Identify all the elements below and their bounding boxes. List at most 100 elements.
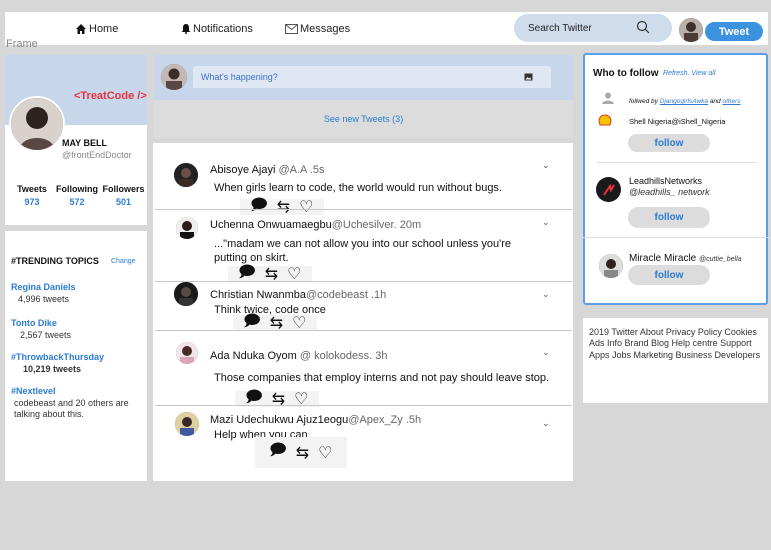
compose-input[interactable]: What's happening? bbox=[193, 66, 551, 88]
reply-icon[interactable]: 🗩 bbox=[243, 310, 261, 337]
tweet-avatar[interactable] bbox=[175, 412, 199, 436]
like-icon[interactable]: ♡ bbox=[299, 197, 313, 217]
stat-following[interactable]: Following 572 bbox=[54, 184, 100, 207]
suggestion-divider bbox=[597, 162, 757, 163]
nav-messages[interactable]: Messages bbox=[285, 12, 350, 45]
trend-count: 10,219 tweets bbox=[23, 364, 82, 374]
reply-icon[interactable]: 🗩 bbox=[250, 194, 268, 221]
tweet-divider bbox=[155, 405, 572, 406]
nav-avatar[interactable] bbox=[679, 18, 703, 42]
tweet-divider bbox=[155, 281, 572, 282]
trend-name: #Nextlevel bbox=[11, 386, 56, 396]
tweet-handle: @codebeast .1h bbox=[305, 289, 387, 301]
trend-item[interactable]: #ThrowbackThursday 10,219 tweets bbox=[11, 352, 141, 374]
user-avatar-icon bbox=[161, 64, 187, 90]
user-avatar-icon bbox=[174, 282, 198, 306]
tweet-text: Those companies that employ interns and … bbox=[214, 372, 550, 384]
tweet-header: Ada Nduka Oyom @ kolokodess. 3h bbox=[210, 350, 388, 362]
frame-label: Frame bbox=[6, 38, 38, 50]
image-icon[interactable] bbox=[524, 73, 533, 81]
tweet-avatar[interactable] bbox=[176, 217, 198, 239]
follow-button[interactable]: follow bbox=[628, 134, 710, 152]
retweet-icon[interactable]: ⇆ bbox=[272, 389, 285, 409]
tweet-header: Abisoye Ajayi @A.A .5s bbox=[210, 164, 325, 176]
stat-label: Tweets bbox=[17, 184, 47, 194]
tweet-handle: @Uchesilver. 20m bbox=[331, 219, 422, 231]
new-tweets-label: See new Tweets (3) bbox=[323, 114, 404, 124]
stat-tweets[interactable]: Tweets 973 bbox=[12, 184, 52, 207]
followed-by-user[interactable]: DjangogirlsAwka bbox=[660, 98, 708, 105]
chevron-down-icon[interactable]: ⌄ bbox=[542, 160, 550, 171]
chevron-down-icon[interactable]: ⌄ bbox=[542, 289, 550, 300]
profile-avatar[interactable] bbox=[9, 96, 65, 152]
profile-photo-icon bbox=[11, 98, 63, 150]
trend-name: #ThrowbackThursday bbox=[11, 352, 105, 362]
tweet-header: Christian Nwanmba@codebeast .1h bbox=[210, 289, 386, 301]
trend-item[interactable]: #Nextlevel codebeast and 20 others are t… bbox=[11, 386, 129, 420]
leadhills-logo-icon bbox=[596, 177, 621, 202]
tweet-avatar[interactable] bbox=[174, 282, 198, 306]
person-icon bbox=[602, 92, 614, 104]
like-icon[interactable]: ♡ bbox=[294, 389, 308, 409]
follow-button[interactable]: follow bbox=[628, 207, 710, 228]
followed-by-prefix: follwed by bbox=[629, 98, 660, 105]
new-tweets-banner[interactable]: See new Tweets (3) bbox=[154, 100, 573, 138]
nav-home[interactable]: Home bbox=[75, 12, 118, 45]
suggestion-name[interactable]: LeadhillsNetworks bbox=[629, 176, 702, 186]
tweet-divider bbox=[155, 209, 572, 210]
tweet-avatar[interactable] bbox=[176, 342, 198, 364]
brand-logo-text: <TreatCode /> bbox=[74, 90, 147, 102]
search-icon[interactable] bbox=[636, 20, 650, 34]
composer-avatar bbox=[161, 64, 187, 90]
trending-change-link[interactable]: Change bbox=[111, 258, 136, 265]
suggestion-header: Miracle Miracle @cuttie_bella bbox=[629, 253, 742, 264]
tweet-handle: @ kolokodess. 3h bbox=[299, 350, 388, 362]
like-icon[interactable]: ♡ bbox=[318, 443, 332, 463]
tweet-author[interactable]: Christian Nwanmba bbox=[210, 289, 306, 301]
reply-icon[interactable]: 🗩 bbox=[238, 261, 256, 288]
tweet-header: Mazi Udechukwu Ajuz1eogu@Apex_Zy .5h bbox=[210, 414, 421, 426]
search-bar[interactable] bbox=[514, 14, 672, 42]
tweet-handle: @A.A .5s bbox=[278, 164, 325, 176]
reply-icon[interactable]: 🗩 bbox=[269, 439, 287, 466]
reply-icon[interactable]: 🗩 bbox=[245, 386, 263, 413]
tweet-author[interactable]: Mazi Udechukwu Ajuz1eogu bbox=[210, 414, 348, 426]
tweet-author[interactable]: Abisoye Ajayi bbox=[210, 164, 275, 176]
stat-label: Following bbox=[56, 184, 98, 194]
trending-title: #TRENDING TOPICS bbox=[11, 256, 99, 266]
suggestion-name[interactable]: Miracle Miracle bbox=[629, 253, 696, 264]
nav-notifications[interactable]: Notifications bbox=[181, 12, 253, 45]
tweet-actions: 🗩 ⇆ ♡ bbox=[255, 437, 347, 468]
user-avatar-icon bbox=[599, 254, 623, 278]
tweet-avatar[interactable] bbox=[174, 163, 198, 187]
tweet-author[interactable]: Ada Nduka Oyom bbox=[210, 350, 297, 362]
chevron-down-icon[interactable]: ⌄ bbox=[542, 347, 550, 358]
tweet-button[interactable]: Tweet bbox=[705, 22, 763, 41]
followed-by-text: follwed by DjangogirlsAwka and others bbox=[629, 98, 741, 105]
nav-notifications-label: Notifications bbox=[193, 22, 253, 35]
tweet-actions: 🗩 ⇆ ♡ bbox=[228, 264, 312, 283]
follow-button[interactable]: follow bbox=[628, 265, 710, 285]
nav-messages-label: Messages bbox=[300, 22, 351, 35]
chevron-down-icon[interactable]: ⌄ bbox=[542, 217, 550, 228]
search-input[interactable] bbox=[528, 22, 628, 34]
tweet-handle: @Apex_Zy .5h bbox=[348, 414, 422, 426]
retweet-icon[interactable]: ⇆ bbox=[277, 197, 290, 217]
followed-by-others[interactable]: others bbox=[722, 98, 740, 105]
refresh-view-all-links[interactable]: Refresh. View all bbox=[663, 70, 715, 77]
footer-links[interactable]: 2019 Twitter About Privacy Policy Cookie… bbox=[589, 327, 767, 361]
stat-value: 973 bbox=[24, 197, 40, 207]
tweet-author[interactable]: Uchenna Onwuamaegbu bbox=[210, 219, 332, 231]
trend-count: 4,996 tweets bbox=[18, 294, 70, 304]
suggestion-name[interactable]: Shell Nigeria@iShell_Nigeria bbox=[629, 117, 725, 126]
trend-item[interactable]: Regina Daniels 4,996 tweets bbox=[11, 282, 141, 304]
arrow-logo-icon bbox=[602, 183, 615, 196]
envelope-icon bbox=[285, 23, 298, 34]
trend-name: Tonto Dike bbox=[11, 318, 57, 328]
trend-item[interactable]: Tonto Dike 2,567 tweets bbox=[11, 318, 141, 340]
tweet-header: Uchenna Onwuamaegbu@Uchesilver. 20m bbox=[210, 219, 421, 231]
suggestion-handle: @cuttie_bella bbox=[699, 256, 742, 263]
stat-followers[interactable]: Followers 501 bbox=[101, 184, 146, 207]
stat-label: Followers bbox=[102, 184, 145, 194]
retweet-icon[interactable]: ⇆ bbox=[296, 443, 309, 463]
